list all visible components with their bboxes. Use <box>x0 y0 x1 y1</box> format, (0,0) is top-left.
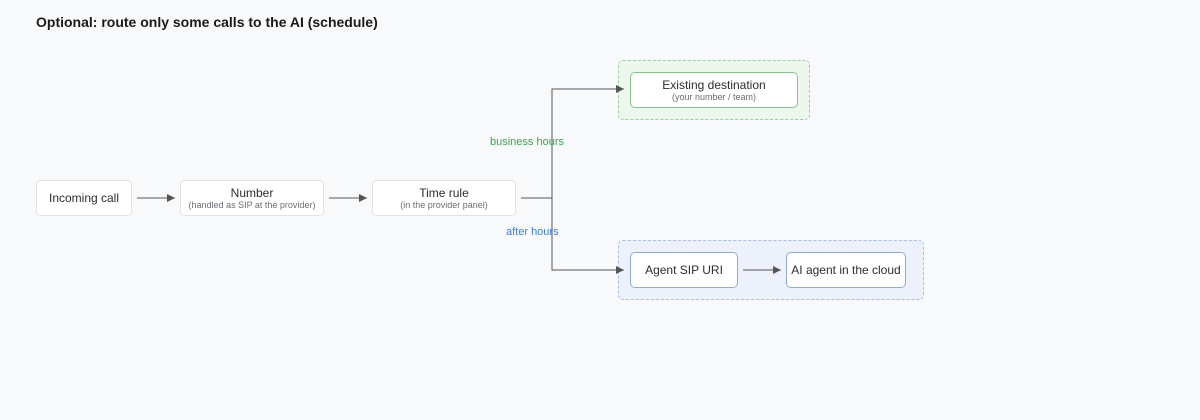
ai-agent-label: AI agent in the cloud <box>791 263 901 277</box>
business-hours-label: business hours <box>490 136 564 148</box>
time-rule-sublabel: (in the provider panel) <box>400 199 488 210</box>
incoming-call-node: Incoming call <box>36 180 132 216</box>
existing-destination-label: Existing destination <box>662 77 766 92</box>
agent-sip-uri-label: Agent SIP URI <box>645 263 723 277</box>
agent-sip-uri-node: Agent SIP URI <box>630 252 738 288</box>
after-hours-label: after hours <box>506 226 559 238</box>
time-rule-node: Time rule (in the provider panel) <box>372 180 516 216</box>
connector-after-hours <box>551 198 624 274</box>
existing-destination-sublabel: (your number / team) <box>671 91 757 102</box>
number-node: Number (handled as SIP at the provider) <box>180 180 324 216</box>
number-label: Number <box>230 185 274 200</box>
time-rule-label: Time rule <box>419 185 469 200</box>
incoming-call-label: Incoming call <box>48 191 120 205</box>
ai-agent-node: AI agent in the cloud <box>786 252 906 288</box>
number-sublabel: (handled as SIP at the provider) <box>188 199 316 210</box>
existing-destination-node: Existing destination (your number / team… <box>630 72 798 108</box>
